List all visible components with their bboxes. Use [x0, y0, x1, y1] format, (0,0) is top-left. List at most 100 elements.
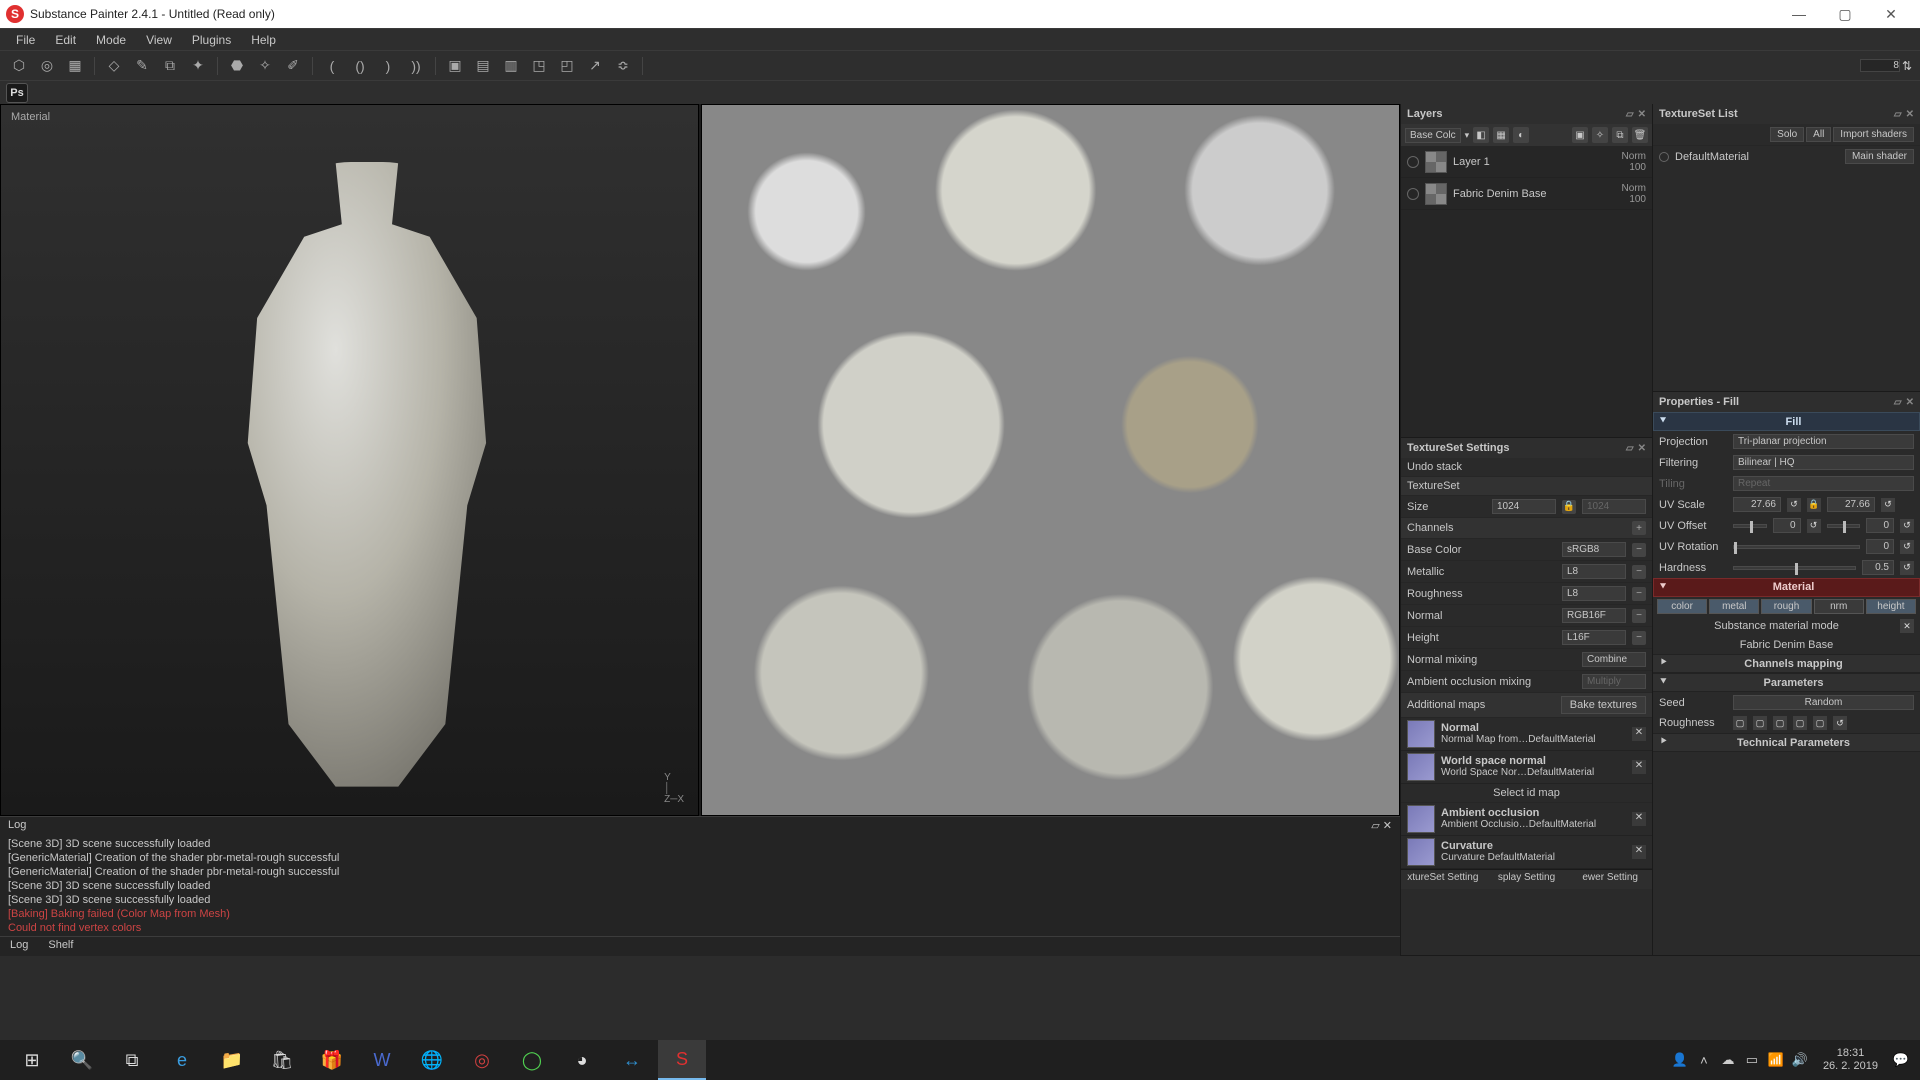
- uvscale-x-revert-icon[interactable]: ↺: [1787, 498, 1801, 512]
- tss-close-icon[interactable]: ✕: [1638, 443, 1646, 454]
- layer-mask-icon[interactable]: ◐: [1513, 127, 1529, 143]
- uvoffset-y-input[interactable]: 0: [1866, 518, 1894, 533]
- tsl-close-icon[interactable]: ✕: [1906, 109, 1914, 120]
- view-2d-icon[interactable]: ▥: [500, 55, 522, 77]
- channels-add-icon[interactable]: +: [1632, 521, 1646, 535]
- view-ortho-icon[interactable]: ▤: [472, 55, 494, 77]
- tool-brush-icon[interactable]: ⬡: [8, 55, 30, 77]
- additional-map-row[interactable]: CurvatureCurvature DefaultMaterial ✕: [1401, 836, 1652, 869]
- start-button[interactable]: ⊞: [8, 1040, 56, 1080]
- view-render-icon[interactable]: ◰: [556, 55, 578, 77]
- size-select[interactable]: 1024: [1492, 499, 1556, 514]
- chan-rough-button[interactable]: rough: [1761, 599, 1811, 614]
- undo-stack-button[interactable]: Undo stack: [1401, 458, 1652, 477]
- textureset-list-item[interactable]: DefaultMaterial Main shader: [1653, 146, 1920, 167]
- additional-map-row[interactable]: Ambient occlusionAmbient Occlusio…Defaul…: [1401, 803, 1652, 836]
- log-undock-icon[interactable]: ▱: [1371, 820, 1379, 832]
- layer-row[interactable]: Fabric Denim Base Norm100: [1401, 178, 1652, 210]
- channel-remove-icon[interactable]: −: [1632, 587, 1646, 601]
- uvoffset-x-input[interactable]: 0: [1773, 518, 1801, 533]
- additional-map-row[interactable]: NormalNormal Map from…DefaultMaterial ✕: [1401, 718, 1652, 751]
- tray-people-icon[interactable]: 👤: [1669, 1040, 1691, 1080]
- menu-edit[interactable]: Edit: [45, 31, 86, 49]
- uvoffset-y-revert-icon[interactable]: ↺: [1900, 519, 1914, 533]
- map-remove-icon[interactable]: ✕: [1632, 727, 1646, 741]
- fill-section-header[interactable]: ⯆Fill: [1653, 412, 1920, 431]
- normal-mixing-select[interactable]: Combine: [1582, 652, 1646, 667]
- all-button[interactable]: All: [1806, 127, 1831, 142]
- uvrot-input[interactable]: 0: [1866, 539, 1894, 554]
- tray-up-icon[interactable]: ˄: [1693, 1040, 1715, 1080]
- layer-folder-icon[interactable]: ▣: [1572, 127, 1588, 143]
- seed-random-button[interactable]: Random: [1733, 695, 1914, 710]
- channel-remove-icon[interactable]: −: [1632, 565, 1646, 579]
- channel-format-select[interactable]: sRGB8: [1562, 542, 1626, 557]
- taskview-button[interactable]: ⧉: [108, 1040, 156, 1080]
- tool-smudge-icon[interactable]: ✎: [131, 55, 153, 77]
- tool-particle-icon[interactable]: ✦: [187, 55, 209, 77]
- bake-textures-button[interactable]: Bake textures: [1561, 696, 1646, 714]
- channel-format-select[interactable]: L16F: [1562, 630, 1626, 645]
- tsl-undock-icon[interactable]: ▱: [1894, 109, 1902, 120]
- smm-close-icon[interactable]: ✕: [1900, 619, 1914, 633]
- window-minimize-button[interactable]: —: [1776, 0, 1822, 28]
- tool-brushmode-icon[interactable]: ✐: [282, 55, 304, 77]
- tool-material-icon[interactable]: ⬣: [226, 55, 248, 77]
- map-remove-icon[interactable]: ✕: [1632, 760, 1646, 774]
- layer-blend[interactable]: Norm100: [1606, 183, 1646, 205]
- menu-file[interactable]: File: [6, 31, 45, 49]
- layer-fill-icon[interactable]: ▦: [1493, 127, 1509, 143]
- uvscale-y-revert-icon[interactable]: ↺: [1881, 498, 1895, 512]
- rough-th-3-icon[interactable]: ▢: [1773, 716, 1787, 730]
- menu-mode[interactable]: Mode: [86, 31, 136, 49]
- uvscale-x-input[interactable]: 27.66: [1733, 497, 1781, 512]
- menu-plugins[interactable]: Plugins: [182, 31, 241, 49]
- uvscale-y-input[interactable]: 27.66: [1827, 497, 1875, 512]
- app-target-icon[interactable]: ◎: [458, 1040, 506, 1080]
- chan-metal-button[interactable]: metal: [1709, 599, 1759, 614]
- layers-undock-icon[interactable]: ▱: [1626, 109, 1634, 120]
- chan-height-button[interactable]: height: [1866, 599, 1916, 614]
- rough-revert-icon[interactable]: ↺: [1833, 716, 1847, 730]
- size-link-icon[interactable]: 🔒: [1562, 500, 1576, 514]
- map-remove-icon[interactable]: ✕: [1632, 812, 1646, 826]
- app-gift-icon[interactable]: 🎁: [308, 1040, 356, 1080]
- menu-help[interactable]: Help: [241, 31, 286, 49]
- layer-thumbnail[interactable]: [1425, 183, 1447, 205]
- layers-close-icon[interactable]: ✕: [1638, 109, 1646, 120]
- smm-value[interactable]: Fabric Denim Base: [1659, 639, 1914, 651]
- tab-display-settings[interactable]: splay Setting: [1485, 870, 1569, 889]
- tool-polyfill-icon[interactable]: ◇: [103, 55, 125, 77]
- photoshop-export-icon[interactable]: Ps: [6, 83, 28, 103]
- layer-smart-icon[interactable]: ✧: [1592, 127, 1608, 143]
- stepper-icon[interactable]: ⇅: [1902, 59, 1912, 73]
- tab-log[interactable]: Log: [0, 937, 38, 956]
- additional-map-row[interactable]: World space normalWorld Space Nor…Defaul…: [1401, 751, 1652, 784]
- tray-battery-icon[interactable]: ▭: [1741, 1040, 1763, 1080]
- symmetry-double-icon[interactable]: )): [405, 55, 427, 77]
- symmetry-left-icon[interactable]: (: [321, 55, 343, 77]
- channel-remove-icon[interactable]: −: [1632, 543, 1646, 557]
- search-button[interactable]: 🔍: [58, 1040, 106, 1080]
- textureset-visible-icon[interactable]: [1659, 152, 1669, 162]
- layer-name[interactable]: Layer 1: [1453, 156, 1600, 168]
- app-globe-icon[interactable]: 🌐: [408, 1040, 456, 1080]
- channel-format-select[interactable]: RGB16F: [1562, 608, 1626, 623]
- view-export-icon[interactable]: ↗: [584, 55, 606, 77]
- edge-icon[interactable]: e: [158, 1040, 206, 1080]
- channel-format-select[interactable]: L8: [1562, 586, 1626, 601]
- app-circle-icon[interactable]: ◯: [508, 1040, 556, 1080]
- solo-button[interactable]: Solo: [1770, 127, 1804, 142]
- shader-select[interactable]: Main shader: [1845, 149, 1914, 164]
- uvoffset-revert-icon[interactable]: ↺: [1807, 519, 1821, 533]
- view-extra-icon[interactable]: ≎: [612, 55, 634, 77]
- projection-select[interactable]: Tri-planar projection: [1733, 434, 1914, 449]
- explorer-icon[interactable]: 📁: [208, 1040, 256, 1080]
- tool-eraser-icon[interactable]: ◎: [36, 55, 58, 77]
- window-close-button[interactable]: ✕: [1868, 0, 1914, 28]
- tray-notifications-icon[interactable]: 💬: [1890, 1040, 1912, 1080]
- hardness-revert-icon[interactable]: ↺: [1900, 561, 1914, 575]
- channel-remove-icon[interactable]: −: [1632, 631, 1646, 645]
- chan-nrm-button[interactable]: nrm: [1814, 599, 1864, 614]
- tab-textureset-settings[interactable]: xtureSet Setting: [1401, 870, 1485, 889]
